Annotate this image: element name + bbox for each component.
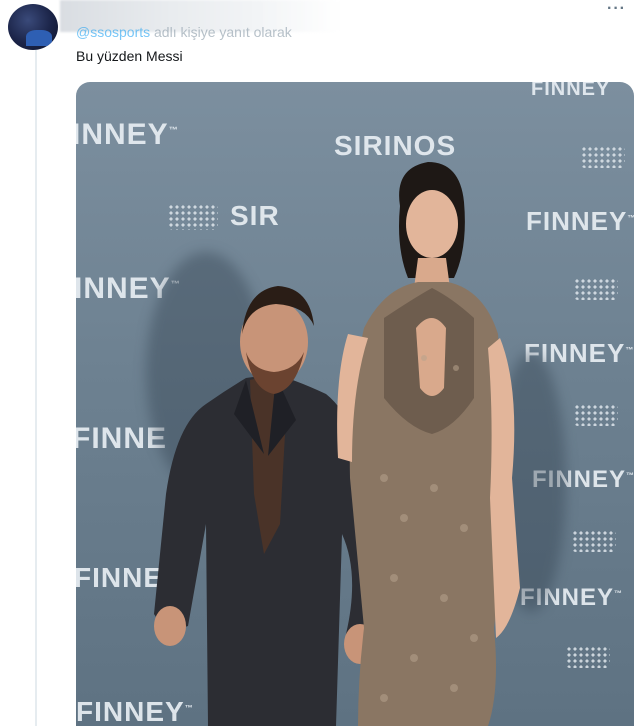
thread-line — [35, 50, 37, 726]
backdrop-text: INNEY™ — [76, 118, 179, 151]
logo-pattern — [572, 530, 616, 552]
tweet-text: Bu yüzden Messi — [76, 48, 183, 64]
mention-link[interactable]: @ssosports — [76, 24, 150, 40]
logo-pattern — [574, 278, 618, 300]
more-icon[interactable]: ··· — [607, 0, 626, 18]
logo-pattern — [566, 646, 610, 668]
tweet-photo[interactable]: INNEY™ SIRINOS FINNEY SIR FINNEY™ INNEY™… — [76, 82, 634, 726]
reply-label: adlı kişiye yanıt olarak — [150, 24, 292, 40]
reply-context: @ssosports adlı kişiye yanıt olarak — [76, 24, 292, 40]
backdrop-text: FINNEY — [531, 82, 611, 100]
backdrop-text: FINNEY™ — [526, 206, 634, 236]
woman-figure — [337, 162, 520, 726]
logo-pattern — [581, 146, 625, 168]
logo-pattern — [574, 404, 618, 426]
avatar[interactable] — [8, 4, 58, 50]
